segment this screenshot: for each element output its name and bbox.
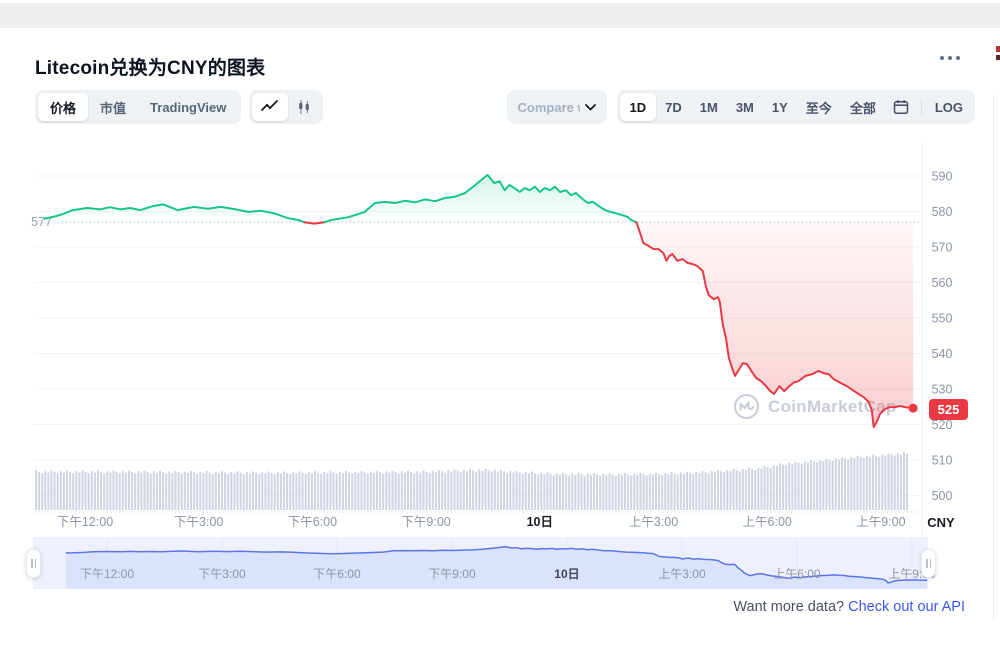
x-axis-labels: 下午12:00 下午3:00 下午6:00 下午9:00 10日 上午3:00 上午6:00… — [57, 515, 906, 529]
svg-text:CNY: CNY — [927, 515, 955, 530]
svg-text:590: 590 — [932, 170, 953, 184]
chart-toolbar: 价格 市值 TradingView Compare wi 1D 7D 1M 3M… — [35, 90, 975, 124]
page-title: Litecoin兑换为CNY的图表 — [35, 53, 265, 80]
svg-text:上午6:00: 上午6:00 — [743, 515, 792, 529]
svg-text:下午12:00: 下午12:00 — [80, 567, 134, 581]
brush-handle-right[interactable] — [921, 549, 936, 578]
clipped-edge-decoration — [996, 55, 1000, 60]
tab-tradingview[interactable]: TradingView — [138, 93, 238, 121]
volume-bars — [35, 452, 908, 510]
compare-label: Compare wi — [518, 100, 580, 115]
last-price-dot — [909, 404, 918, 413]
svg-text:10日: 10日 — [527, 515, 553, 529]
svg-text:下午9:00: 下午9:00 — [428, 567, 476, 581]
log-scale-toggle[interactable]: LOG — [926, 93, 972, 121]
svg-text:下午3:00: 下午3:00 — [174, 515, 223, 529]
candlestick-chart-icon[interactable] — [288, 93, 320, 121]
svg-text:上午6:00: 上午6:00 — [773, 567, 821, 581]
period-1d[interactable]: 1D — [620, 93, 657, 121]
svg-text:520: 520 — [932, 418, 953, 432]
svg-text:540: 540 — [932, 347, 953, 361]
period-selector: 1D 7D 1M 3M 1Y 至今 全部 LOG — [617, 90, 975, 124]
svg-text:上午9:00: 上午9:00 — [856, 515, 905, 529]
chart-mode-tabs: 价格 市值 TradingView — [35, 90, 241, 124]
minimap-brush[interactable]: 下午12:00 下午3:00 下午6:00 下午9:00 10日 上午3:00 上午6:00… — [33, 537, 936, 589]
clipped-edge-decoration — [996, 46, 1000, 52]
svg-text:530: 530 — [932, 383, 953, 397]
tab-price[interactable]: 价格 — [38, 93, 88, 121]
current-price-badge: 525 — [929, 399, 968, 420]
period-ytd[interactable]: 至今 — [797, 93, 841, 121]
compare-dropdown[interactable]: Compare wi — [507, 90, 607, 124]
tab-marketcap[interactable]: 市值 — [88, 93, 138, 121]
more-options-icon[interactable] — [936, 52, 964, 64]
brush-handle-left[interactable] — [26, 549, 41, 578]
chevron-down-icon — [585, 104, 596, 111]
svg-text:500: 500 — [932, 489, 953, 503]
period-7d[interactable]: 7D — [656, 93, 691, 121]
line-chart-icon[interactable] — [252, 93, 288, 121]
period-3m[interactable]: 3M — [727, 93, 763, 121]
svg-text:580: 580 — [932, 205, 953, 219]
svg-text:下午6:00: 下午6:00 — [288, 515, 337, 529]
svg-text:560: 560 — [932, 276, 953, 290]
svg-text:550: 550 — [932, 312, 953, 326]
period-1m[interactable]: 1M — [691, 93, 727, 121]
chart-type-toggle — [249, 90, 323, 124]
svg-text:570: 570 — [932, 241, 953, 255]
toolbar-divider — [921, 99, 922, 115]
svg-text:上午3:00: 上午3:00 — [629, 515, 678, 529]
svg-text:下午3:00: 下午3:00 — [198, 567, 246, 581]
svg-text:10日: 10日 — [554, 567, 579, 581]
svg-text:下午9:00: 下午9:00 — [401, 515, 450, 529]
calendar-icon[interactable] — [885, 93, 917, 121]
page-top-strip — [0, 3, 1000, 28]
svg-text:下午12:00: 下午12:00 — [57, 515, 113, 529]
chart-area: CoinMarketCap 59058057056055054053052051… — [0, 130, 1000, 650]
price-chart[interactable]: 590580570560550540530520510500CNY577下午12… — [0, 130, 1000, 650]
period-1y[interactable]: 1Y — [763, 93, 797, 121]
svg-text:上午3:00: 上午3:00 — [658, 567, 706, 581]
svg-text:510: 510 — [932, 454, 953, 468]
svg-text:下午6:00: 下午6:00 — [313, 567, 361, 581]
period-all[interactable]: 全部 — [841, 93, 885, 121]
